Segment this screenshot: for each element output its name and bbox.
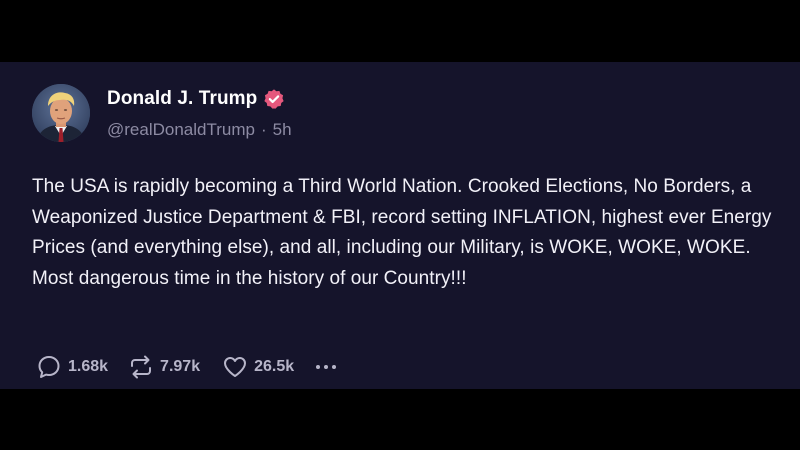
letterbox-bottom — [0, 389, 800, 450]
post-card: Donald J. Trump @realDonaldTrump · 5h Th… — [0, 62, 800, 389]
verified-badge-icon — [263, 88, 285, 110]
more-dot — [316, 365, 321, 369]
author-handle[interactable]: @realDonaldTrump — [107, 120, 255, 140]
post-body-text: The USA is rapidly becoming a Third Worl… — [32, 176, 772, 289]
like-button[interactable]: 26.5k — [222, 354, 294, 380]
repost-button[interactable]: 7.97k — [128, 354, 200, 380]
author-display-name[interactable]: Donald J. Trump — [107, 88, 257, 110]
post-actions-bar: 1.68k 7.97k 26.5k — [36, 354, 337, 380]
repost-count: 7.97k — [160, 358, 201, 375]
reply-count: 1.68k — [68, 358, 109, 375]
like-count: 26.5k — [254, 358, 295, 375]
author-name-row: Donald J. Trump — [107, 87, 285, 111]
more-options-icon[interactable] — [316, 357, 337, 377]
reply-button[interactable]: 1.68k — [36, 354, 108, 380]
author-meta-row: @realDonaldTrump · 5h — [107, 120, 292, 140]
letterbox-top — [0, 0, 800, 62]
more-dot — [332, 365, 337, 369]
heart-icon — [224, 357, 247, 377]
more-dot — [324, 365, 329, 369]
author-avatar[interactable] — [32, 84, 90, 142]
avatar-image — [32, 84, 90, 142]
meta-separator: · — [260, 120, 267, 139]
post-timestamp[interactable]: 5h — [273, 120, 292, 140]
reply-bubble-icon — [38, 356, 60, 378]
repost-arrows-icon — [131, 355, 152, 379]
